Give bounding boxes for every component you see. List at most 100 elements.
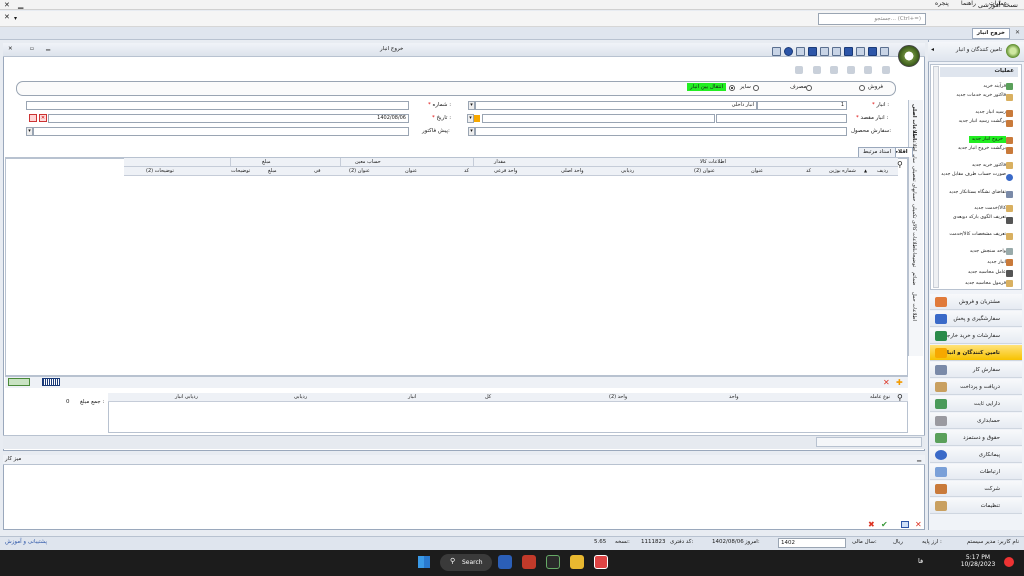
- col-account-code[interactable]: کد: [464, 168, 469, 174]
- op-service-invoice[interactable]: فاکتور خرید خدمات جدید: [940, 93, 1006, 99]
- col-code[interactable]: کد: [806, 168, 811, 174]
- operations-scrollbar[interactable]: [933, 66, 939, 288]
- sub-col-unit[interactable]: واحد: [729, 394, 739, 400]
- sidebar-collapse-icon[interactable]: ◂: [931, 46, 934, 53]
- op-calc-formula[interactable]: فرمول محاسبه جدید: [940, 281, 1006, 287]
- col-description[interactable]: توضیحات: [231, 168, 250, 174]
- sub-col-transaction-type[interactable]: نوع عامله: [870, 394, 890, 400]
- sub-col-total[interactable]: کل: [485, 394, 491, 400]
- warehouse-code-field[interactable]: 1: [757, 101, 847, 110]
- op-receipt[interactable]: رسید انبار جدید: [940, 110, 1006, 116]
- op-calc-factor[interactable]: عامل محاسبه جدید: [940, 270, 1006, 276]
- tab-related-docs[interactable]: اسناد مرتبط: [858, 147, 897, 157]
- col-description-2[interactable]: توضیحات (2): [146, 168, 174, 174]
- col-account-title[interactable]: عنوان: [405, 168, 417, 174]
- col-tracking[interactable]: ردیابی: [621, 168, 634, 174]
- date-filter-icon[interactable]: [29, 114, 37, 122]
- tab-warehouse-exit[interactable]: خروج انبار: [971, 28, 1010, 39]
- op-counterparty-statement[interactable]: صورت حساب طرف مقابل جدید: [940, 172, 1006, 178]
- taskbar-clock[interactable]: 5:17 PM 10/28/2023: [956, 554, 1000, 568]
- dest-warehouse-code-field[interactable]: [716, 114, 847, 123]
- add-items-icon[interactable]: [8, 378, 30, 386]
- form-minimize-icon[interactable]: ▁: [46, 45, 50, 51]
- number-field[interactable]: [26, 101, 409, 110]
- vtab-extra-item-info[interactable]: اطلاعات کالای تکمیلی: [911, 204, 917, 250]
- close-doc-icon[interactable]: ✕: [4, 13, 10, 21]
- op-warehouse-exit[interactable]: خروج انبار جدید: [968, 136, 1006, 143]
- op-purchase-invoice[interactable]: فاکتور خرید جدید: [940, 163, 1006, 169]
- sub-grid-search-icon[interactable]: ⚲: [897, 393, 903, 402]
- word-app-icon[interactable]: [498, 555, 512, 569]
- app-icon-3[interactable]: [546, 555, 560, 569]
- delete-row-icon[interactable]: ✕: [883, 378, 890, 387]
- radio-transfer[interactable]: [729, 85, 735, 91]
- col-amount[interactable]: مبلغ: [268, 168, 277, 174]
- language-indicator[interactable]: فا: [918, 557, 923, 565]
- grid-search-icon[interactable]: ⚲: [897, 160, 903, 169]
- vtab-descriptions[interactable]: توضیحات: [911, 248, 917, 267]
- op-receipt-return[interactable]: برگشت رسید انبار جدید: [940, 119, 1006, 125]
- col-main-unit[interactable]: واحد اصلی: [561, 168, 584, 174]
- barcode-icon[interactable]: [42, 378, 60, 386]
- date-clear-icon[interactable]: ✕: [39, 114, 47, 122]
- menu-help[interactable]: راهنما: [961, 0, 976, 7]
- next-record-icon[interactable]: [847, 66, 855, 74]
- form-close-icon[interactable]: ✕: [8, 46, 13, 52]
- prev-record-icon[interactable]: [813, 66, 821, 74]
- save-icon[interactable]: [868, 47, 877, 56]
- radio-consumption[interactable]: [806, 85, 812, 91]
- delete-icon[interactable]: [856, 47, 865, 56]
- dest-warehouse-name-field[interactable]: [482, 114, 715, 123]
- worktable-close-icon[interactable]: ✕: [915, 520, 922, 529]
- prefactor-field[interactable]: [33, 127, 409, 136]
- date-field[interactable]: 1402/08/06: [48, 114, 409, 123]
- op-purchase-process[interactable]: فرآیند خرید: [940, 84, 1006, 90]
- op-measure-unit[interactable]: واحد سنجش جدید: [940, 249, 1006, 255]
- product-order-field[interactable]: [475, 127, 847, 136]
- product-order-dropdown[interactable]: ▾: [468, 127, 475, 136]
- list-icon[interactable]: [808, 47, 817, 56]
- col-account-title-2[interactable]: عنوان (2): [349, 168, 370, 174]
- sub-col-warehouse[interactable]: انبار: [408, 394, 416, 400]
- tab-close-icon[interactable]: ✕: [1015, 29, 1020, 36]
- save-as-icon[interactable]: [844, 47, 853, 56]
- vtab-attachments[interactable]: ضمائم: [911, 272, 917, 285]
- search-input[interactable]: جستجو... (Ctrl+=): [818, 13, 926, 25]
- print-icon[interactable]: [820, 47, 829, 56]
- menu-window[interactable]: پنجره: [935, 0, 949, 7]
- col-row[interactable]: ردیف: [877, 168, 888, 174]
- worktable-confirm-icon[interactable]: ✔: [881, 520, 888, 529]
- vtab-shipping-info[interactable]: اطلاعات حمل: [911, 292, 917, 321]
- op-barcode-pattern[interactable]: تعریف الگوی بارکد دوبعدی: [940, 215, 1006, 221]
- warehouse-name-field[interactable]: انبار داخلی: [475, 101, 757, 110]
- prev-icon[interactable]: [772, 47, 781, 56]
- col-sub-unit[interactable]: واحد فرعی: [494, 168, 517, 174]
- start-icon[interactable]: [418, 556, 430, 568]
- vtab-detail-accounts[interactable]: حسابهای تفصیلی: [911, 166, 917, 201]
- dest-warehouse-star-icon[interactable]: [474, 115, 480, 122]
- check-icon[interactable]: [830, 66, 838, 74]
- accounting-app-icon[interactable]: [594, 555, 608, 569]
- worktable-grid-icon[interactable]: [901, 521, 909, 528]
- menu-operations[interactable]: عملیات: [989, 0, 1007, 7]
- prefactor-dropdown[interactable]: ▾: [26, 127, 33, 136]
- col-title-2[interactable]: عنوان (2): [694, 168, 715, 174]
- notification-badge[interactable]: [1004, 557, 1014, 567]
- settings-icon[interactable]: [864, 66, 872, 74]
- help-icon[interactable]: [784, 47, 793, 56]
- add-row-icon[interactable]: ✚: [896, 378, 903, 387]
- refresh-icon[interactable]: [796, 47, 805, 56]
- col-title[interactable]: عنوان: [751, 168, 763, 174]
- op-new-warehouse[interactable]: انبار جدید: [940, 260, 1006, 266]
- radio-sale[interactable]: [859, 85, 865, 91]
- first-record-icon[interactable]: [795, 66, 803, 74]
- warehouse-dropdown[interactable]: ▾: [468, 101, 475, 110]
- col-sort-icon[interactable]: ▲: [864, 168, 867, 173]
- support-link[interactable]: پشتیبانی و آموزش: [5, 539, 47, 545]
- worktable-delete-icon[interactable]: ✖: [868, 520, 875, 529]
- op-exit-return[interactable]: برگشت خروج انبار جدید: [940, 146, 1006, 152]
- menu-arrow-icon[interactable]: ▾: [14, 15, 17, 22]
- attach-icon[interactable]: [832, 47, 841, 56]
- sub-col-tracking[interactable]: ردیابی: [294, 394, 307, 400]
- op-new-item[interactable]: کالا/خدمت جدید: [940, 206, 1006, 212]
